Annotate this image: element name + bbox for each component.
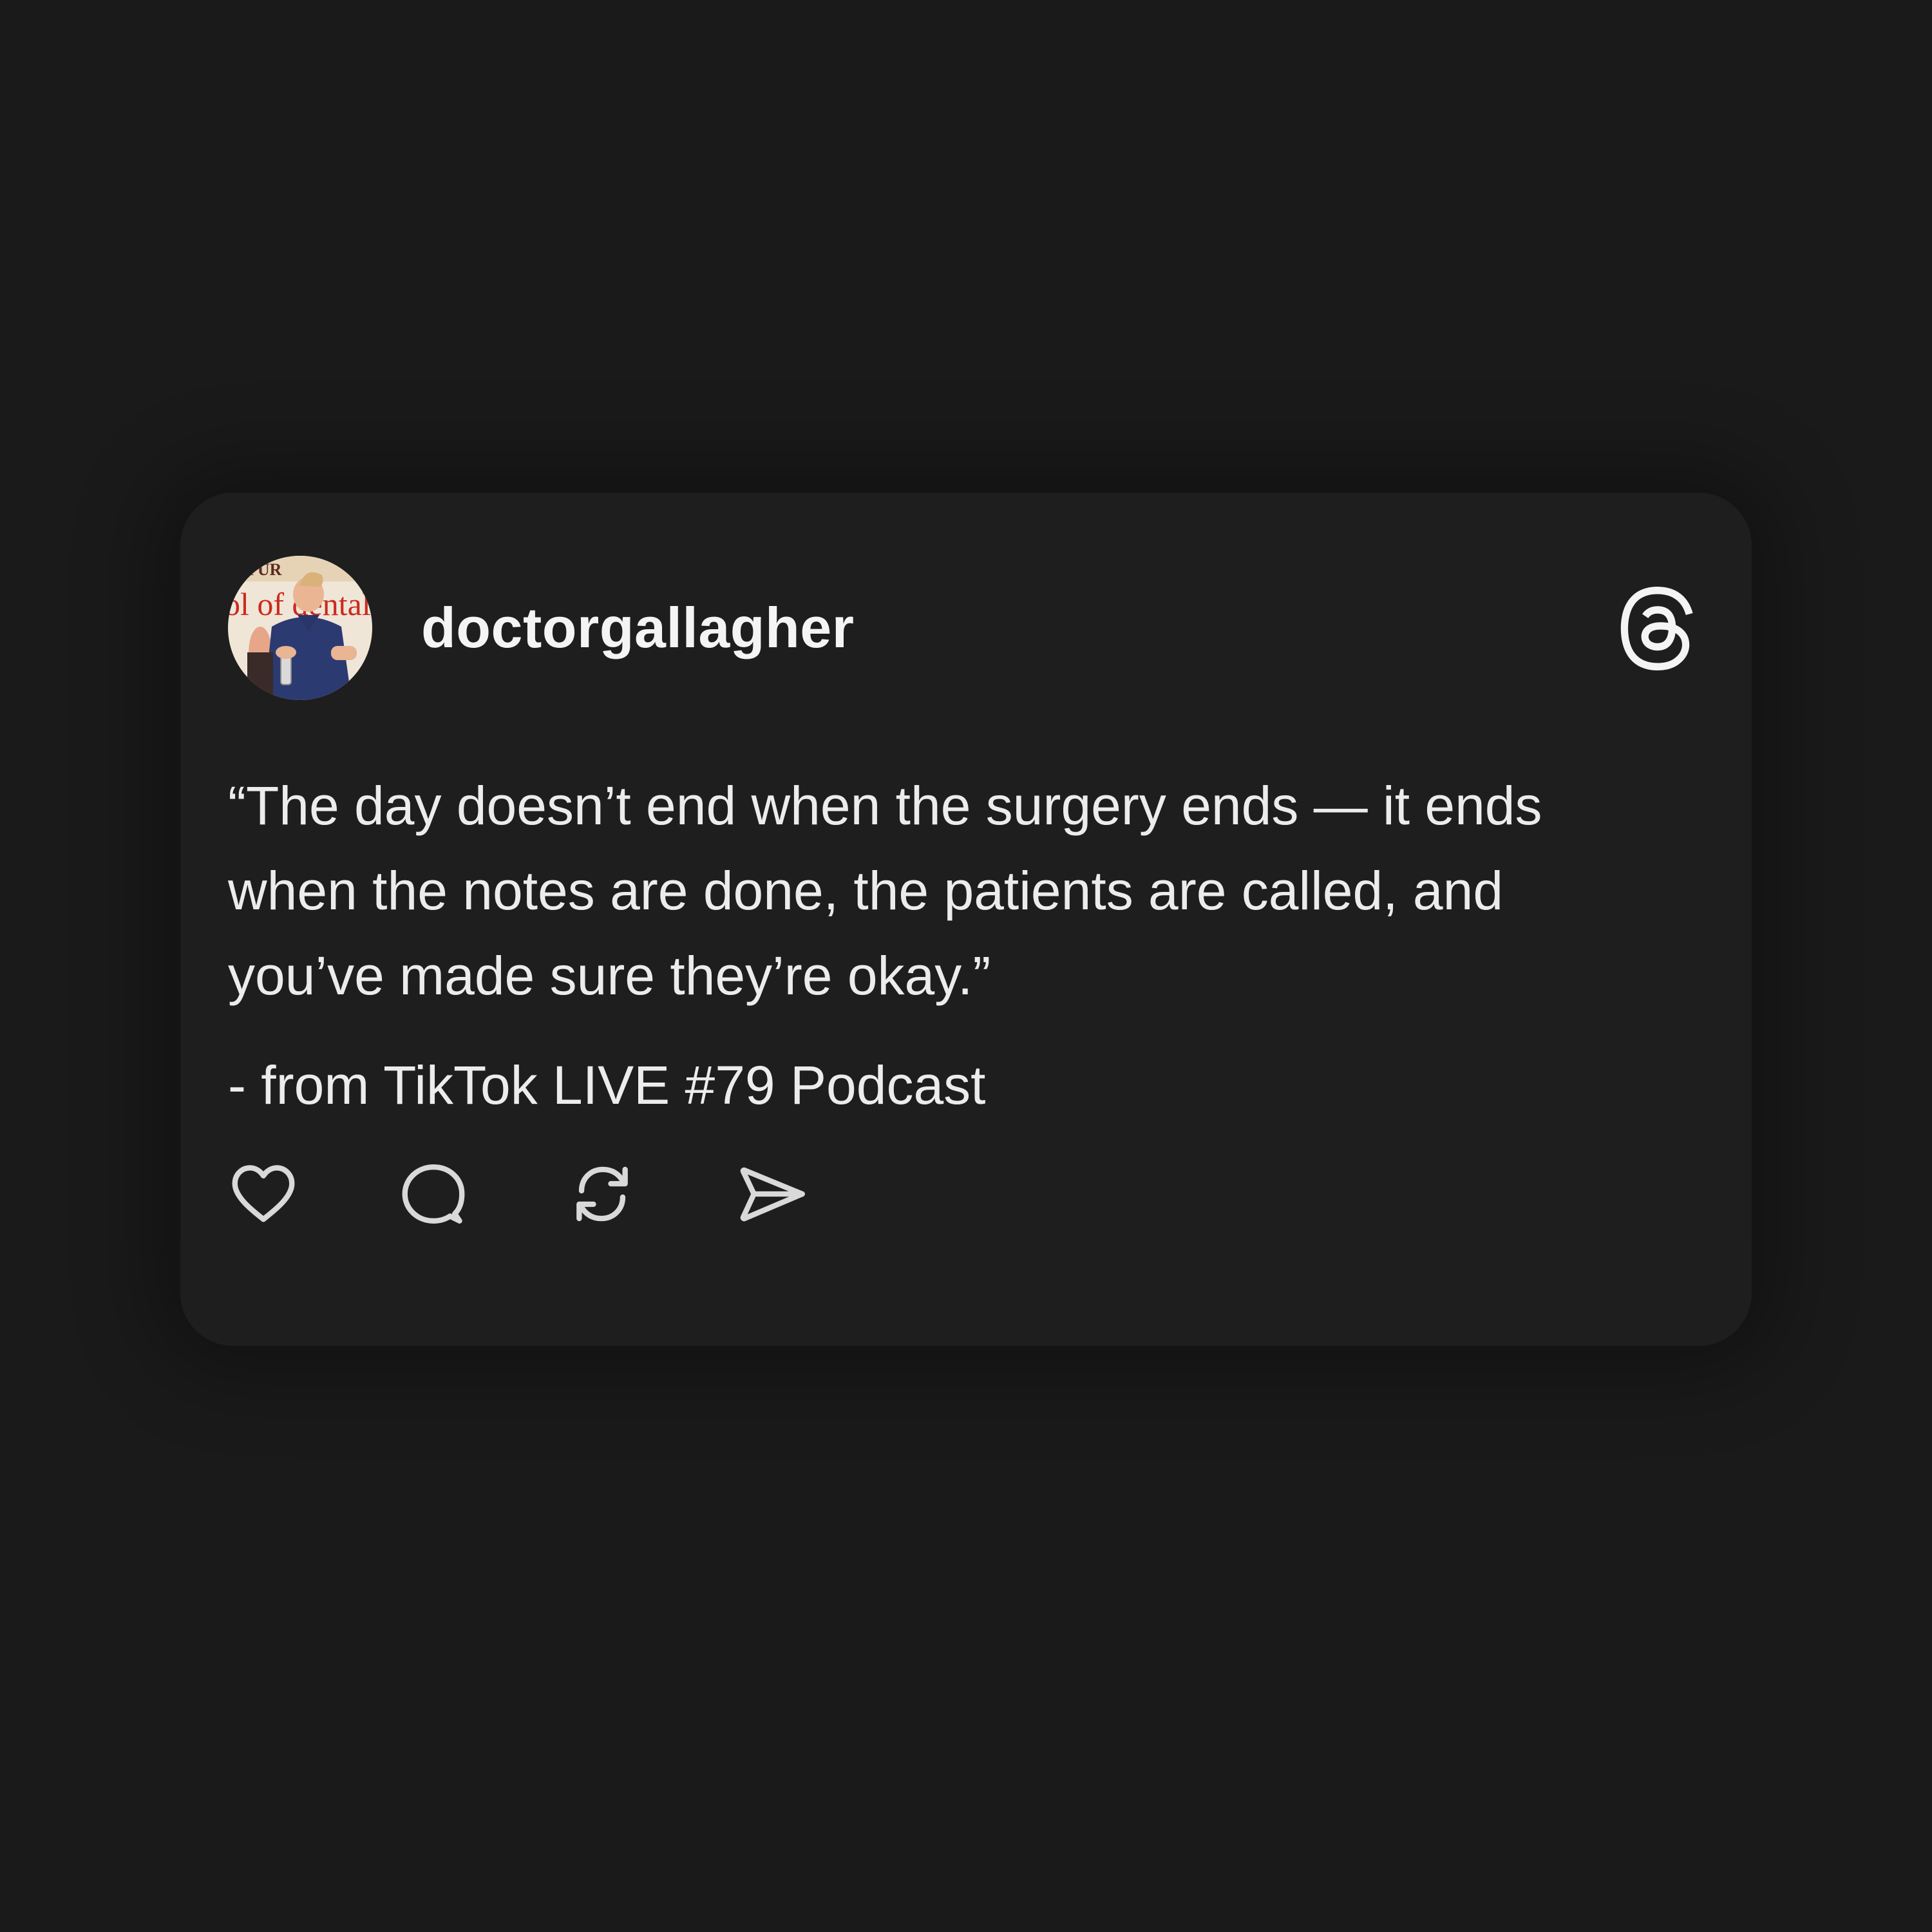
repost-button[interactable] <box>564 1156 640 1232</box>
post-card: PUR ol of dental doctorgallagher “The da… <box>180 493 1752 1346</box>
comment-button[interactable] <box>395 1156 471 1232</box>
avatar[interactable]: PUR ol of dental <box>228 556 372 700</box>
share-button[interactable] <box>734 1156 810 1232</box>
threads-logo-icon[interactable] <box>1615 583 1699 674</box>
post-quote-text: “The day doesn’t end when the surgery en… <box>228 775 1542 1006</box>
svg-text:PUR: PUR <box>247 560 282 579</box>
comment-bubble-icon <box>402 1164 465 1224</box>
heart-icon <box>232 1165 295 1222</box>
send-icon <box>740 1167 805 1222</box>
repost-icon <box>576 1166 628 1222</box>
username[interactable]: doctorgallagher <box>421 596 854 660</box>
avatar-photo: PUR ol of dental <box>228 556 372 700</box>
like-button[interactable] <box>225 1156 301 1232</box>
threads-logo-glyph <box>1620 587 1693 670</box>
post-source-text: - from TikTok LIVE #79 Podcast <box>228 1055 986 1115</box>
